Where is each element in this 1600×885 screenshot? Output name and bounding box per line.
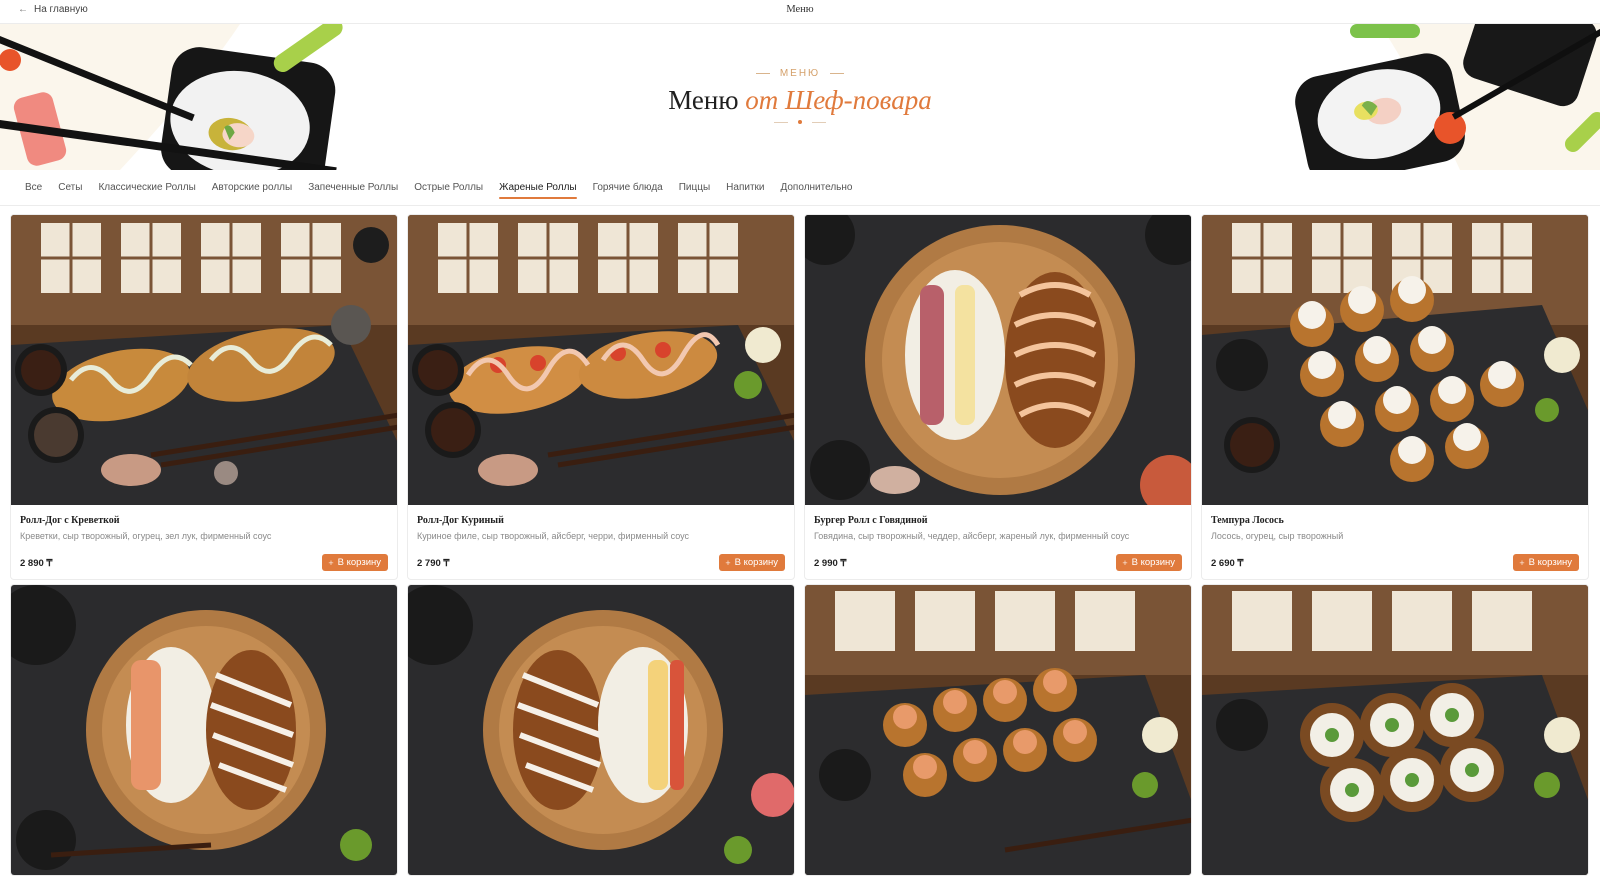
hero-title-main: Меню bbox=[668, 85, 739, 115]
hero-title-accent: от Шеф-повара bbox=[745, 85, 932, 115]
product-name: Ролл-Дог Куриный bbox=[417, 515, 504, 526]
plus-icon: + bbox=[1519, 557, 1525, 568]
product-photo bbox=[11, 215, 397, 505]
tab-hot-dishes[interactable]: Горячие блюда bbox=[593, 176, 663, 199]
product-price: 2 890 ₸ bbox=[20, 558, 53, 569]
product-card[interactable] bbox=[407, 584, 795, 876]
add-to-cart-button[interactable]: + В корзину bbox=[1116, 554, 1182, 571]
tab-pizzas[interactable]: Пиццы bbox=[679, 176, 710, 199]
product-info: Ролл-Дог с Креветкой Креветки, сыр творо… bbox=[11, 505, 397, 579]
hero-eyebrow-text: МЕНЮ bbox=[779, 68, 821, 79]
tab-signature-rolls[interactable]: Авторские роллы bbox=[212, 176, 292, 199]
product-photo bbox=[805, 585, 1191, 875]
product-card[interactable]: Темпура Лосось Лосось, огурец, сыр творо… bbox=[1201, 214, 1589, 580]
product-card[interactable]: Бургер Ролл с Говядиной Говядина, сыр тв… bbox=[804, 214, 1192, 580]
add-to-cart-label: В корзину bbox=[337, 557, 381, 568]
product-price: 2 690 ₸ bbox=[1211, 558, 1244, 569]
plus-icon: + bbox=[1122, 557, 1128, 568]
hero-title: Меню от Шеф-повара bbox=[0, 85, 1600, 116]
product-description: Куриное филе, сыр творожный, айсберг, че… bbox=[417, 531, 690, 541]
tab-sets[interactable]: Сеты bbox=[58, 176, 82, 199]
product-info: Темпура Лосось Лосось, огурец, сыр творо… bbox=[1202, 505, 1588, 579]
add-to-cart-button[interactable]: + В корзину bbox=[719, 554, 785, 571]
product-photo bbox=[408, 215, 794, 505]
product-description: Говядина, сыр творожный, чеддер, айсберг… bbox=[814, 531, 1130, 541]
product-photo bbox=[11, 585, 397, 875]
product-photo bbox=[805, 215, 1191, 505]
ornament-dot bbox=[798, 120, 802, 124]
product-info: Бургер Ролл с Говядиной Говядина, сыр тв… bbox=[805, 505, 1191, 579]
product-name: Ролл-Дог с Креветкой bbox=[20, 515, 120, 526]
product-name: Бургер Ролл с Говядиной bbox=[814, 515, 928, 526]
hero-ornament bbox=[0, 120, 1600, 124]
product-photo bbox=[1202, 585, 1588, 875]
tab-drinks[interactable]: Напитки bbox=[726, 176, 764, 199]
product-price: 2 790 ₸ bbox=[417, 558, 450, 569]
add-to-cart-label: В корзину bbox=[734, 557, 778, 568]
product-card[interactable] bbox=[1201, 584, 1589, 876]
product-price: 2 990 ₸ bbox=[814, 558, 847, 569]
product-card[interactable]: Ролл-Дог Куриный Куриное филе, сыр творо… bbox=[407, 214, 795, 580]
product-card[interactable] bbox=[804, 584, 1192, 876]
product-photo bbox=[1202, 215, 1588, 505]
plus-icon: + bbox=[328, 557, 334, 568]
hero-heading: МЕНЮ Меню от Шеф-повара bbox=[0, 68, 1600, 124]
tab-baked-rolls[interactable]: Запеченные Роллы bbox=[308, 176, 398, 199]
page-title: Меню bbox=[786, 4, 814, 15]
eyebrow-divider-left bbox=[755, 73, 770, 74]
tab-all[interactable]: Все bbox=[25, 176, 42, 199]
product-name: Темпура Лосось bbox=[1211, 515, 1284, 526]
ornament-line-left bbox=[774, 121, 788, 123]
top-bar: ← На главную Меню bbox=[0, 0, 1600, 24]
product-photo bbox=[408, 585, 794, 875]
add-to-cart-button[interactable]: + В корзину bbox=[322, 554, 388, 571]
product-description: Креветки, сыр творожный, огурец, зел лук… bbox=[20, 531, 272, 541]
ornament-line-right bbox=[812, 121, 826, 123]
product-description: Лосось, огурец, сыр творожный bbox=[1211, 531, 1344, 541]
tab-spicy-rolls[interactable]: Острые Роллы bbox=[414, 176, 483, 199]
tab-fried-rolls[interactable]: Жареные Роллы bbox=[499, 176, 577, 199]
plus-icon: + bbox=[725, 557, 731, 568]
eyebrow-divider-right bbox=[830, 73, 845, 74]
add-to-cart-button[interactable]: + В корзину bbox=[1513, 554, 1579, 571]
tab-classic-rolls[interactable]: Классические Роллы bbox=[98, 176, 195, 199]
add-to-cart-label: В корзину bbox=[1131, 557, 1175, 568]
product-card[interactable]: Ролл-Дог с Креветкой Креветки, сыр творо… bbox=[10, 214, 398, 580]
category-tabs: Все Сеты Классические Роллы Авторские ро… bbox=[0, 170, 1600, 206]
product-card[interactable] bbox=[10, 584, 398, 876]
hero-eyebrow: МЕНЮ bbox=[0, 68, 1600, 79]
hero-banner: МЕНЮ Меню от Шеф-повара bbox=[0, 24, 1600, 170]
add-to-cart-label: В корзину bbox=[1528, 557, 1572, 568]
tab-extras[interactable]: Дополнительно bbox=[780, 176, 852, 199]
product-info: Ролл-Дог Куриный Куриное филе, сыр творо… bbox=[408, 505, 794, 579]
